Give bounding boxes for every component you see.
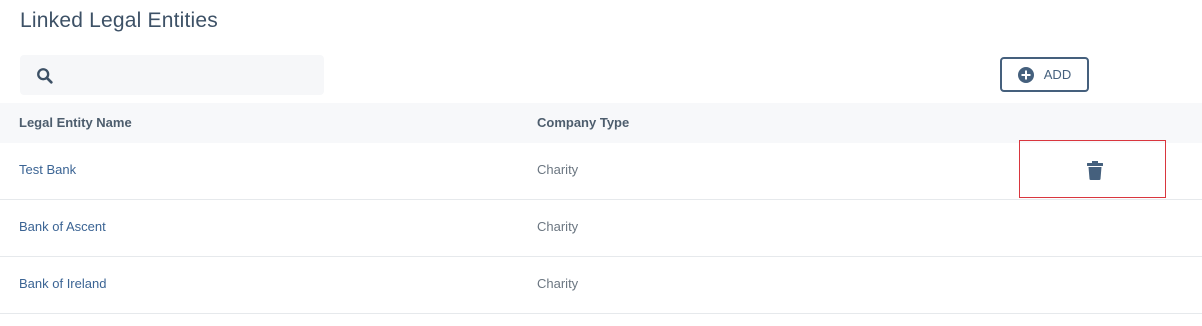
company-type-cell: Charity (537, 276, 579, 291)
search-icon (37, 68, 53, 84)
legal-entity-name-link[interactable]: Test Bank (19, 162, 76, 177)
table-row[interactable]: Bank of Ireland Charity (0, 257, 1202, 314)
plus-circle-icon (1017, 66, 1034, 83)
company-type-cell: Charity (537, 219, 579, 234)
page-title: Linked Legal Entities (20, 9, 218, 32)
legal-entity-name-link[interactable]: Bank of Ireland (19, 276, 106, 291)
legal-entity-name-link[interactable]: Bank of Ascent (19, 219, 106, 234)
table-header: Legal Entity Name Company Type (0, 103, 1202, 143)
company-type-cell: Charity (537, 162, 579, 177)
column-header-company-type[interactable]: Company Type (537, 115, 629, 130)
add-button[interactable]: ADD (1000, 57, 1089, 92)
trash-icon[interactable] (1087, 161, 1103, 180)
search-input[interactable] (64, 61, 318, 91)
add-button-label: ADD (1043, 67, 1072, 82)
table-row[interactable]: Bank of Ascent Charity (0, 200, 1202, 257)
column-header-legal-entity-name[interactable]: Legal Entity Name (19, 115, 132, 130)
search-box[interactable] (20, 55, 324, 95)
